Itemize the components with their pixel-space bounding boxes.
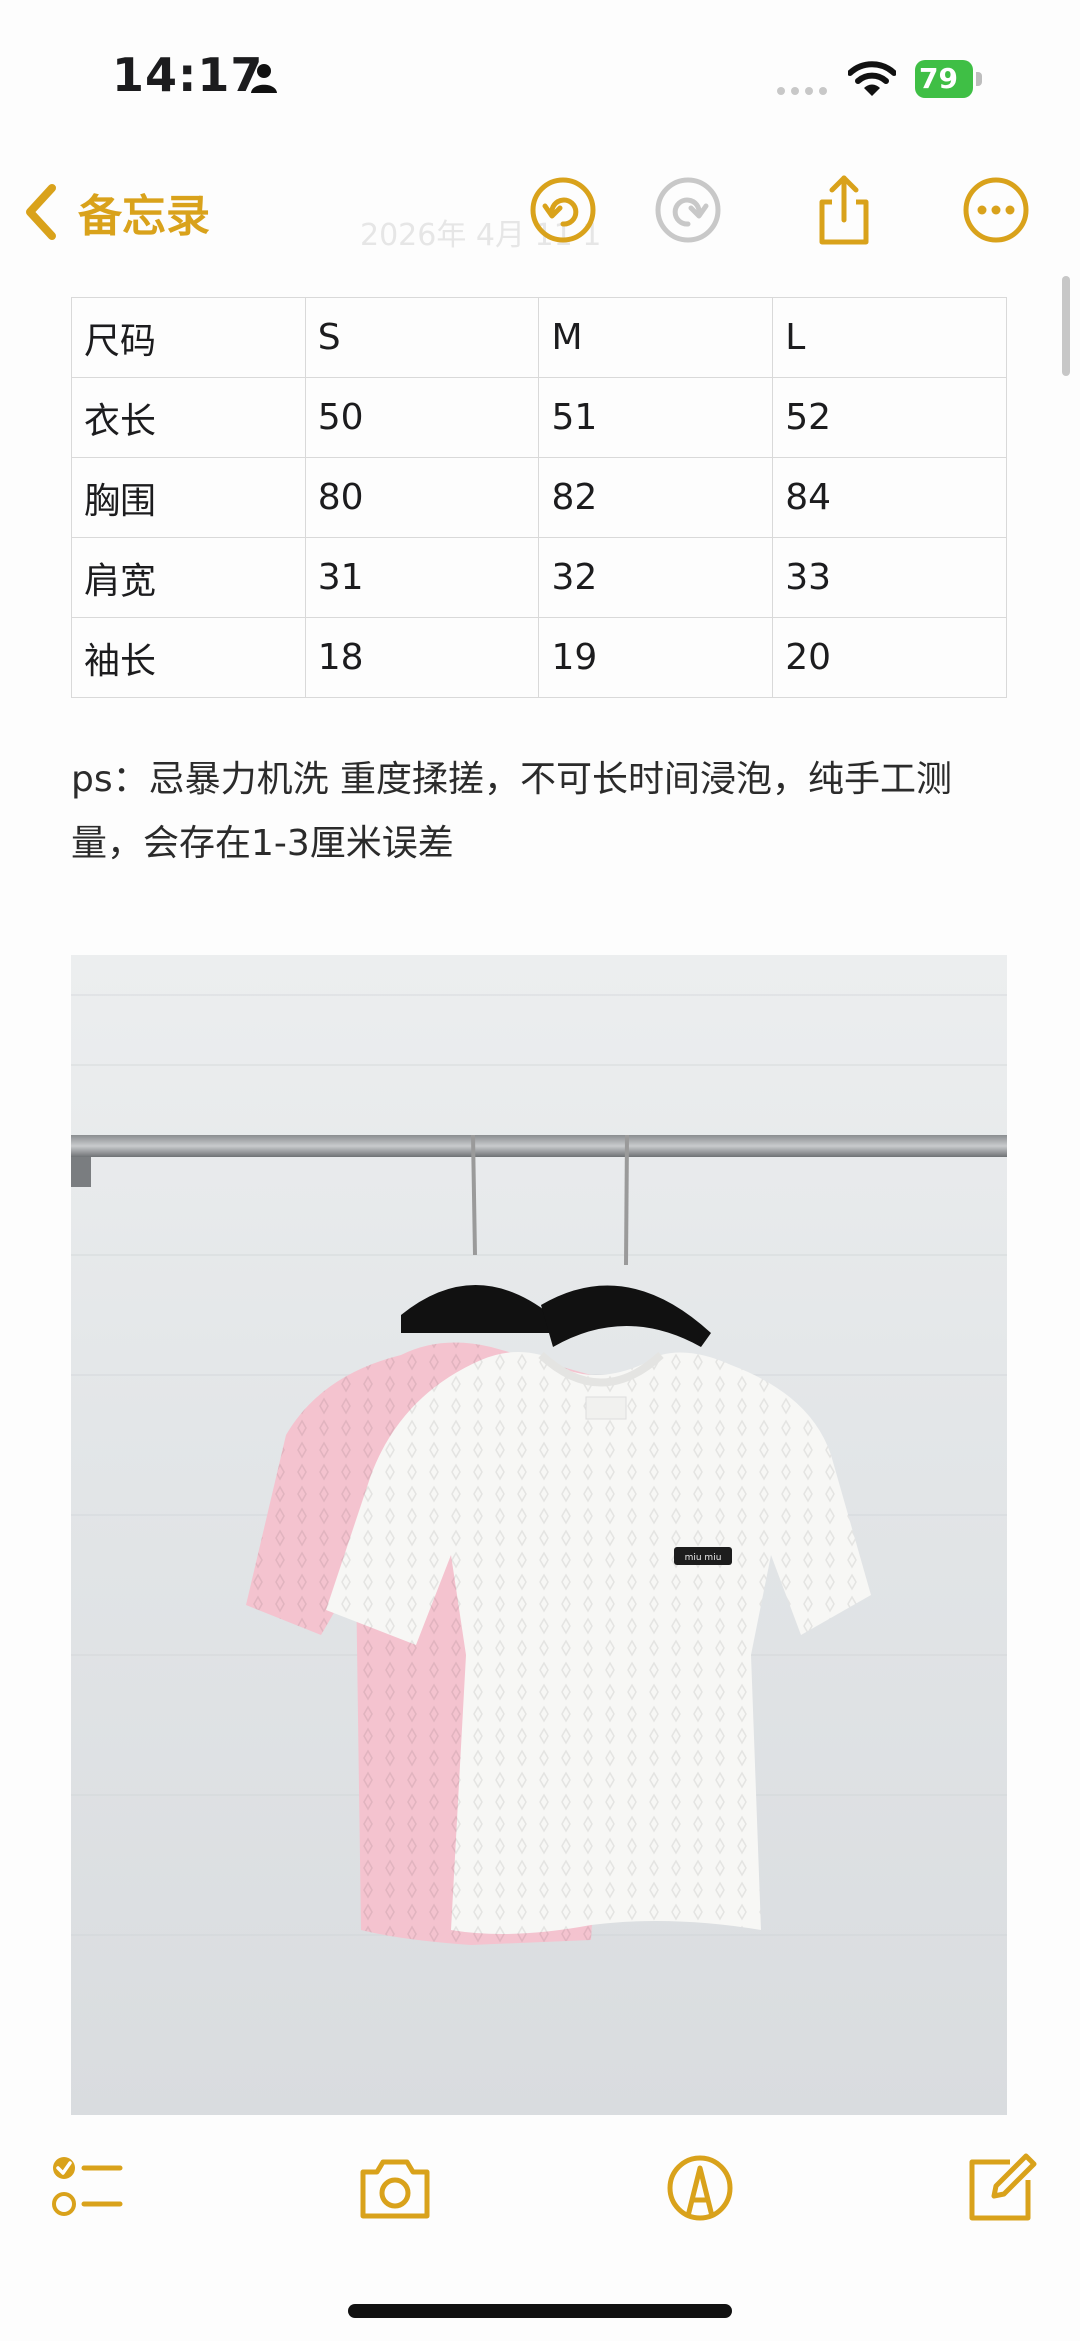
table-cell: M <box>538 297 774 378</box>
status-bar: 14:17 79 <box>0 0 1080 150</box>
size-table: 尺码 S M L 衣长 50 51 52 胸围 80 82 84 肩宽 31 3… <box>71 297 1007 698</box>
table-row: 尺码 S M L <box>71 297 1007 378</box>
compose-icon[interactable] <box>960 2150 1040 2226</box>
table-row: 胸围 80 82 84 <box>71 457 1007 538</box>
battery-level: 79 <box>915 60 973 98</box>
table-cell: 尺码 <box>71 297 306 378</box>
photo-illustration: miu miu <box>71 994 1007 1945</box>
scroll-indicator[interactable] <box>1062 276 1070 376</box>
nav-bar: 2026年 4月 11 1 备忘录 <box>0 160 1080 260</box>
home-indicator[interactable] <box>348 2304 732 2318</box>
cellular-signal-icon <box>777 87 827 95</box>
back-button[interactable]: 备忘录 <box>22 182 210 242</box>
checklist-icon[interactable] <box>48 2150 128 2226</box>
back-label: 备忘录 <box>78 191 210 242</box>
table-row: 肩宽 31 32 33 <box>71 537 1007 618</box>
table-cell: L <box>772 297 1007 378</box>
table-cell: 31 <box>304 537 540 618</box>
table-cell: 50 <box>304 377 540 458</box>
table-cell: 胸围 <box>71 457 306 538</box>
more-icon[interactable] <box>958 172 1034 248</box>
table-cell: 51 <box>538 377 774 458</box>
bottom-toolbar <box>0 2130 1080 2250</box>
table-cell: 84 <box>772 457 1007 538</box>
table-cell: 33 <box>772 537 1007 618</box>
chevron-left-icon <box>26 184 56 240</box>
note-text[interactable]: ps：忌暴力机洗 重度揉搓，不可长时间浸泡，纯手工测量，会存在1-3厘米误差 <box>71 748 1011 876</box>
table-cell: 80 <box>304 457 540 538</box>
redo-icon[interactable] <box>650 172 726 248</box>
battery-icon: 79 <box>915 60 983 98</box>
table-cell: 肩宽 <box>71 537 306 618</box>
person-icon <box>251 64 277 93</box>
table-cell: 20 <box>772 617 1007 698</box>
share-icon[interactable] <box>806 172 882 248</box>
table-cell: 52 <box>772 377 1007 458</box>
table-cell: 19 <box>538 617 774 698</box>
brand-label: miu miu <box>685 1553 722 1563</box>
camera-icon[interactable] <box>355 2150 435 2226</box>
table-row: 衣长 50 51 52 <box>71 377 1007 458</box>
table-cell: S <box>304 297 540 378</box>
undo-icon[interactable] <box>525 172 601 248</box>
table-cell: 18 <box>304 617 540 698</box>
status-time: 14:17 <box>112 48 264 102</box>
table-cell: 82 <box>538 457 774 538</box>
product-photo[interactable]: miu miu <box>71 955 1007 2115</box>
battery-tip <box>976 72 982 86</box>
table-row: 袖长 18 19 20 <box>71 617 1007 698</box>
table-cell: 32 <box>538 537 774 618</box>
markup-pen-icon[interactable] <box>660 2150 740 2226</box>
wifi-icon <box>848 61 896 96</box>
table-cell: 袖长 <box>71 617 306 698</box>
table-cell: 衣长 <box>71 377 306 458</box>
